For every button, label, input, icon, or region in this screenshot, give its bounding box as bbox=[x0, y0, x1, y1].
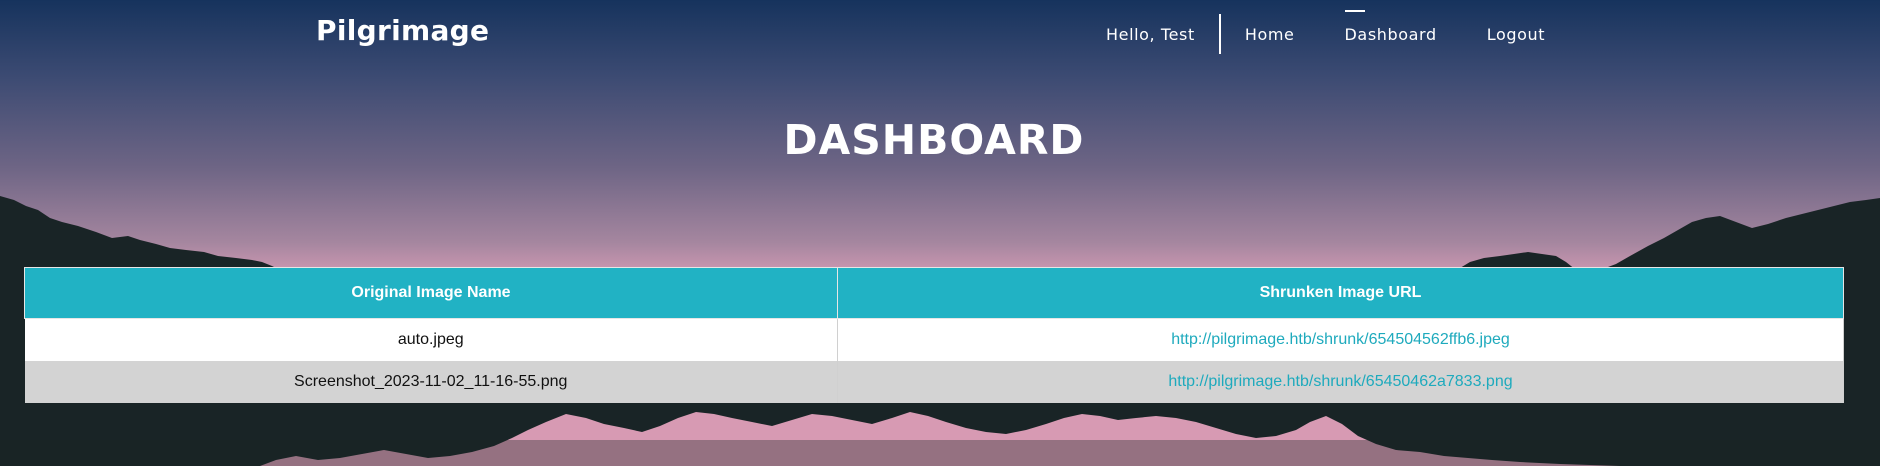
nav-divider bbox=[1218, 14, 1221, 54]
original-image-name-cell: auto.jpeg bbox=[24, 318, 838, 361]
user-greeting: Hello, Test bbox=[1106, 24, 1195, 44]
images-table: Original Image Name Shrunken Image URL a… bbox=[24, 267, 1844, 403]
top-navigation: Hello, Test Home Dashboard Logout bbox=[1106, 9, 1595, 54]
shrunken-image-link[interactable]: http://pilgrimage.htb/shrunk/65450462a78… bbox=[1168, 373, 1512, 390]
nav-link-logout[interactable]: Logout bbox=[1487, 25, 1545, 44]
page-title: DASHBOARD bbox=[783, 116, 1085, 164]
column-header-shrunken-url: Shrunken Image URL bbox=[837, 267, 1844, 319]
original-image-name-cell: Screenshot_2023-11-02_11-16-55.png bbox=[24, 361, 838, 403]
table-row: auto.jpeg http://pilgrimage.htb/shrunk/6… bbox=[24, 318, 1844, 361]
shrunken-url-cell: http://pilgrimage.htb/shrunk/65450462a78… bbox=[837, 361, 1844, 403]
nav-link-dashboard[interactable]: Dashboard bbox=[1344, 9, 1437, 44]
nav-link-home[interactable]: Home bbox=[1245, 25, 1295, 44]
shrunken-image-link[interactable]: http://pilgrimage.htb/shrunk/654504562ff… bbox=[1171, 331, 1510, 348]
brand-logo[interactable]: Pilgrimage bbox=[316, 14, 489, 47]
column-header-original-name: Original Image Name bbox=[24, 267, 838, 319]
shrunken-url-cell: http://pilgrimage.htb/shrunk/654504562ff… bbox=[837, 318, 1844, 361]
table-row: Screenshot_2023-11-02_11-16-55.png http:… bbox=[24, 361, 1844, 403]
table-header-row: Original Image Name Shrunken Image URL bbox=[24, 267, 1844, 319]
